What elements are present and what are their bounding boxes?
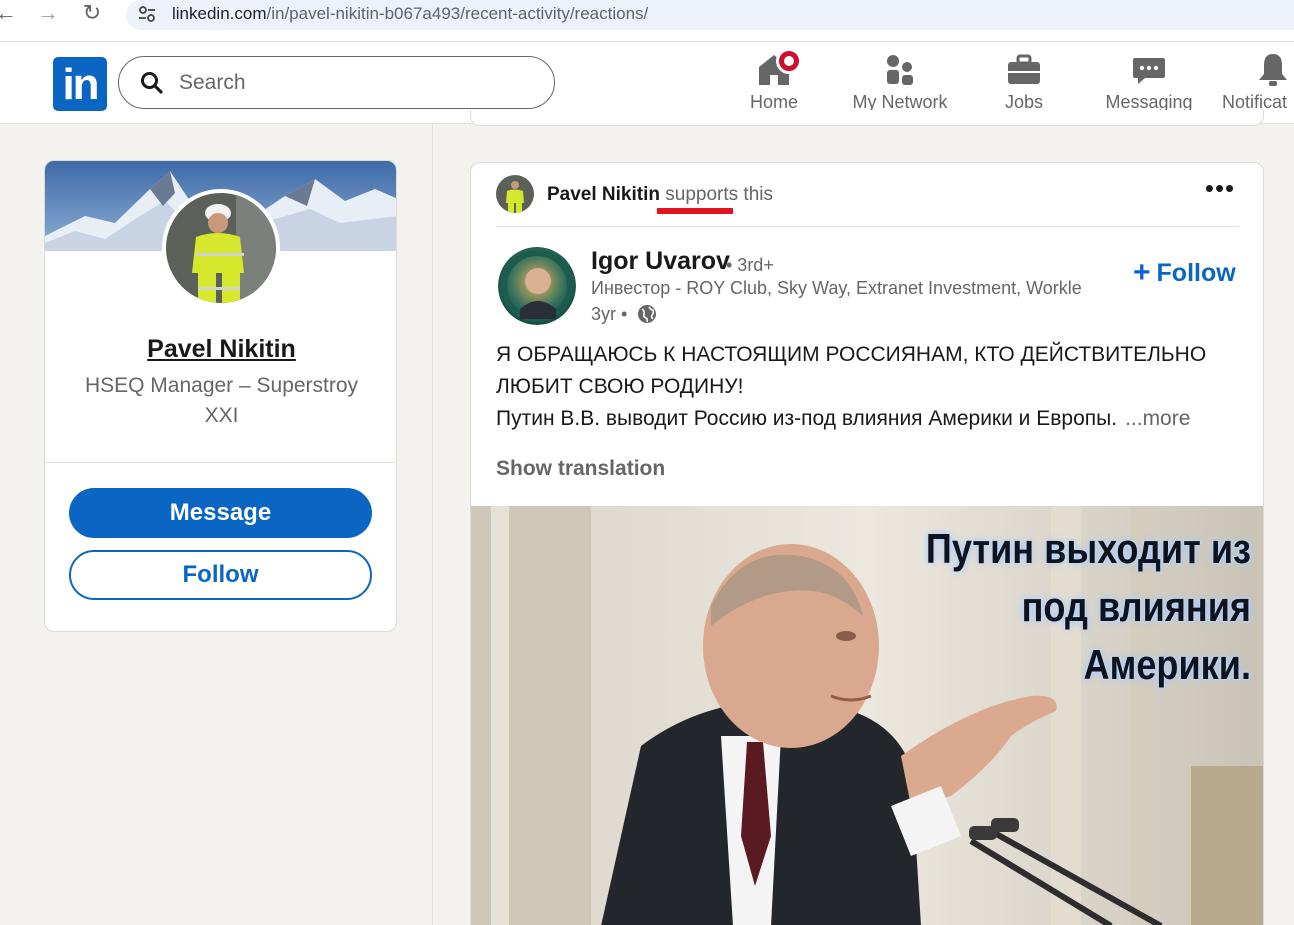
- address-bar[interactable]: linkedin.com/in/pavel-nikitin-b067a493/r…: [126, 0, 1294, 30]
- context-action: supports: [665, 184, 739, 205]
- author-headline: Инвестор - ROY Club, Sky Way, Extranet I…: [591, 278, 1082, 298]
- site-settings-icon[interactable]: [136, 3, 158, 25]
- forward-arrow-icon[interactable]: →: [36, 2, 60, 26]
- url-path: /in/pavel-nikitin-b067a493/recent-activi…: [266, 4, 649, 23]
- back-arrow-icon[interactable]: ←: [0, 2, 18, 26]
- card-divider: [45, 462, 396, 463]
- caption-line: Америки.: [1083, 641, 1251, 688]
- profile-avatar[interactable]: [162, 189, 280, 307]
- notification-badge: [776, 48, 802, 74]
- image-caption: Путин выходит из под влияния Америки.: [926, 520, 1251, 694]
- post-text-line-3: Путин В.В. выводит Россию из-под влияния…: [496, 403, 1216, 435]
- previous-post-card-edge: [470, 110, 1264, 126]
- search-input[interactable]: [179, 67, 539, 99]
- globe-icon: [638, 305, 656, 323]
- chat-icon: [1133, 58, 1165, 84]
- author-avatar[interactable]: [498, 247, 576, 325]
- caption-line: под влияния: [1021, 583, 1251, 630]
- show-translation-button[interactable]: Show translation: [496, 457, 665, 481]
- connection-degree: • 3rd+: [726, 255, 774, 275]
- caption-line: Путин выходит из: [925, 525, 1251, 572]
- profile-headline: HSEQ Manager – Superstroy XXI: [84, 374, 359, 427]
- plus-icon: +: [1133, 256, 1151, 289]
- search-icon: [141, 72, 163, 94]
- more-options-icon[interactable]: •••: [1203, 175, 1237, 211]
- annotation-underline: [657, 208, 733, 214]
- linkedin-logo[interactable]: in: [53, 57, 107, 111]
- post-text-line: ЛЮБИТ СВОЮ РОДИНУ!: [496, 375, 744, 398]
- url-host: linkedin.com: [172, 4, 267, 23]
- reload-icon[interactable]: ↻: [80, 2, 104, 26]
- briefcase-icon: [1008, 54, 1040, 84]
- post-text-line: Я ОБРАЩАЮСЬ К НАСТОЯЩИМ РОССИЯНАМ, КТО Д…: [496, 343, 1207, 366]
- post-text-line: Путин В.В. выводит Россию из-под влияния…: [496, 407, 1118, 430]
- follow-button[interactable]: Follow: [69, 550, 372, 600]
- message-button[interactable]: Message: [69, 488, 372, 538]
- bell-icon: [1259, 54, 1287, 86]
- context-suffix: this: [738, 184, 774, 205]
- context-divider: [496, 226, 1239, 227]
- url-text: linkedin.com/in/pavel-nikitin-b067a493/r…: [172, 4, 648, 24]
- author-name[interactable]: Igor Uvarov: [591, 247, 730, 276]
- search-box[interactable]: [118, 56, 555, 109]
- browser-toolbar: ← → ↻ linkedin.com/in/pavel-nikitin-b067…: [0, 0, 1294, 42]
- post-body: Я ОБРАЩАЮСЬ К НАСТОЯЩИМ РОССИЯНАМ, КТО Д…: [496, 339, 1216, 435]
- follow-author-button[interactable]: + Follow: [1133, 255, 1236, 289]
- post-timestamp: 3yr •: [591, 304, 628, 324]
- see-more-link[interactable]: ...more: [1125, 407, 1190, 430]
- feed-post: Pavel Nikitin supports this ••• Igor Uva…: [470, 162, 1264, 925]
- profile-card: Pavel Nikitin HSEQ Manager – Superstroy …: [44, 160, 397, 632]
- context-actor-avatar[interactable]: [496, 175, 534, 213]
- column-divider: [432, 124, 433, 925]
- profile-name[interactable]: Pavel Nikitin: [45, 335, 396, 364]
- social-context: Pavel Nikitin supports this: [547, 184, 773, 206]
- people-icon: [887, 55, 913, 85]
- context-actor-name[interactable]: Pavel Nikitin: [547, 184, 660, 205]
- follow-author-label: Follow: [1156, 259, 1236, 287]
- post-image[interactable]: Путин выходит из под влияния Америки.: [471, 506, 1263, 925]
